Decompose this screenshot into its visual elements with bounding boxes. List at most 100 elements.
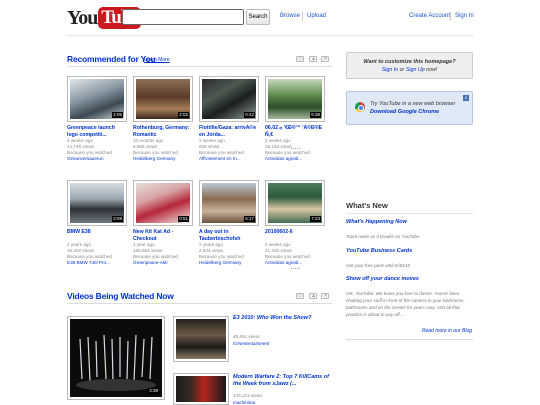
customize-sign-in-link[interactable]: Sign In (382, 67, 399, 73)
create-account-link[interactable]: Create Account (409, 13, 450, 19)
customize-or: or (399, 67, 405, 73)
video-thumbnail[interactable]: 7:23 (265, 180, 325, 226)
video-card[interactable]: 0:51 New Kit Kat Ad - Checkout 1 year ag… (133, 180, 193, 266)
video-duration: 2:02 (178, 112, 189, 118)
video-source-link[interactable]: Greenpeace-Akti (133, 260, 193, 266)
video-duration: 6:17 (244, 216, 255, 222)
chevron-up-icon: ▲ (311, 293, 316, 299)
watched-now-title[interactable]: Videos Being Watched Now (67, 291, 174, 301)
channel-link[interactable]: machinima (233, 400, 255, 405)
video-source-link[interactable]: Activistas agredi... (265, 260, 325, 266)
video-thumbnail[interactable]: 6:38 (265, 76, 325, 122)
chevron-up-icon: ▲ (311, 56, 316, 62)
video-card[interactable]: 2:05 Greenpeace launch logo competiti...… (67, 76, 127, 162)
options-icon: ▭ (298, 293, 303, 299)
search-button[interactable]: Search (246, 9, 270, 25)
close-icon: ✕ (323, 293, 328, 299)
whats-new-title: What's New (346, 201, 388, 210)
more-dots (291, 268, 300, 271)
section-divider (67, 66, 332, 67)
video-card[interactable]: 3:09 BMW E38 2 years ago 19,402 views Be… (67, 180, 127, 266)
video-title[interactable]: New Kit Kat Ad - Checkout (133, 229, 193, 242)
learn-more-link[interactable]: Learn More (144, 57, 170, 63)
whats-new-text: Track news as it breaks on YouTube (346, 234, 420, 239)
customize-box: Want to customize this homepage? Sign In… (346, 52, 473, 79)
video-thumbnail[interactable] (173, 373, 229, 405)
move-up-button[interactable]: ▲ (309, 293, 317, 299)
video-duration: 0:51 (178, 216, 189, 222)
video-duration: 3:39 (148, 388, 159, 394)
logo-you: You (67, 6, 98, 29)
video-duration: 2:05 (112, 112, 123, 118)
section-divider (346, 339, 473, 340)
video-title[interactable]: E3 2010: Who Won the Show? (233, 315, 333, 322)
customize-heading: Want to customize this homepage? (363, 59, 456, 65)
video-thumbnail[interactable]: 2:05 (67, 76, 127, 122)
video-title[interactable]: Modern Warfare 2: Top 7 KillCams of the … (233, 374, 333, 388)
options-button[interactable]: ▭ (296, 293, 304, 299)
video-source-link[interactable]: Affrontement en m... (199, 156, 259, 162)
whats-new-divider (346, 213, 473, 214)
chrome-logo-icon (355, 102, 365, 112)
whats-new-heading[interactable]: What's Happening Now (346, 219, 407, 225)
move-up-button[interactable]: ▲ (309, 56, 317, 62)
sign-in-link[interactable]: Sign In (455, 13, 474, 19)
recommended-title[interactable]: Recommended for You (67, 54, 156, 64)
video-card[interactable]: 2:02 Rothenburg, Germany: Romantic 10 mo… (133, 76, 193, 162)
read-more-blog-link[interactable]: Read more in our Blog (422, 328, 472, 334)
video-source-link[interactable]: E38 BMW 740i Pro... (67, 260, 127, 266)
chrome-promo: Try YouTube in a new web browser Downloa… (346, 91, 473, 125)
close-section-button[interactable]: ✕ (321, 56, 329, 62)
video-thumbnail[interactable]: 2:02 (133, 76, 193, 122)
video-views: 48,951 views (233, 334, 260, 339)
video-title[interactable]: A day out in Tauberbischofsh (199, 229, 259, 242)
video-source-link[interactable]: Heidelberg Germany (199, 260, 259, 266)
whats-new-text: OK, YouTube. We know you love to dance. … (346, 291, 465, 317)
featured-video-image: 3:39 (70, 319, 162, 397)
options-icon: ▭ (298, 56, 303, 62)
video-views: 135,213 views (233, 393, 263, 398)
video-image (176, 376, 226, 402)
video-thumbnail[interactable] (173, 316, 229, 362)
header-separator (450, 12, 451, 21)
whats-new-heading[interactable]: YouTube Business Cards (346, 248, 412, 254)
chrome-promo-text: Try YouTube in a new web browser (370, 101, 456, 107)
video-title[interactable]: 20100602-6 (265, 229, 325, 242)
video-source-link[interactable]: Activistas agredi... (265, 156, 325, 162)
featured-video-thumbnail[interactable]: 3:39 (67, 316, 165, 400)
close-icon[interactable]: x (463, 95, 469, 101)
customize-now: now! (426, 67, 438, 73)
whats-new-text: Get your free pack until 6/30/10 (346, 263, 411, 268)
video-duration: 6:38 (310, 112, 321, 118)
video-image (176, 319, 226, 359)
more-dots (291, 148, 300, 151)
header-separator (302, 12, 303, 21)
video-title[interactable]: Flottille/Gaza: arrivÃ©e en Jorda... (199, 125, 259, 138)
whats-new-heading[interactable]: Show off your dance moves (346, 276, 419, 282)
download-chrome-link[interactable]: Download Google Chrome (370, 109, 439, 115)
video-title[interactable]: Rothenburg, Germany: Romantic (133, 125, 193, 138)
header-divider (67, 35, 474, 36)
video-thumbnail[interactable]: 6:17 (199, 180, 259, 226)
close-section-button[interactable]: ✕ (321, 293, 329, 299)
video-thumbnail[interactable]: 0:51 (133, 180, 193, 226)
browse-link[interactable]: Browse (280, 13, 300, 19)
video-source-link[interactable]: Heidelberg Germany (133, 156, 193, 162)
video-title[interactable]: Greenpeace launch logo competiti... (67, 125, 127, 138)
video-thumbnail[interactable]: 3:09 (67, 180, 127, 226)
video-duration: 3:09 (112, 216, 123, 222)
channel-link[interactable]: IGNentertainment (233, 341, 269, 346)
video-title[interactable]: BMW E38 (67, 229, 127, 242)
upload-link[interactable]: Upload (307, 13, 326, 19)
video-source-link[interactable]: Ozeanversauerun (67, 156, 127, 162)
section-divider (67, 303, 332, 304)
options-button[interactable]: ▭ (296, 56, 304, 62)
video-card[interactable]: 7:23 20100602-6 2 weeks ago 21,326 views… (265, 180, 325, 266)
video-thumbnail[interactable]: 0:42 (199, 76, 259, 122)
search-input[interactable] (122, 9, 244, 25)
video-card[interactable]: 6:17 A day out in Tauberbischofsh 2 year… (199, 180, 259, 266)
video-duration: 7:23 (310, 216, 321, 222)
video-card[interactable]: 0:42 Flottille/Gaza: arrivÃ©e en Jorda..… (199, 76, 259, 162)
customize-sign-up-link[interactable]: Sign Up (406, 67, 425, 73)
video-title[interactable]: 06.02 ۞ '€Ð®™ 'Ã©Ð®Ê Ñ‚€ (265, 125, 325, 138)
